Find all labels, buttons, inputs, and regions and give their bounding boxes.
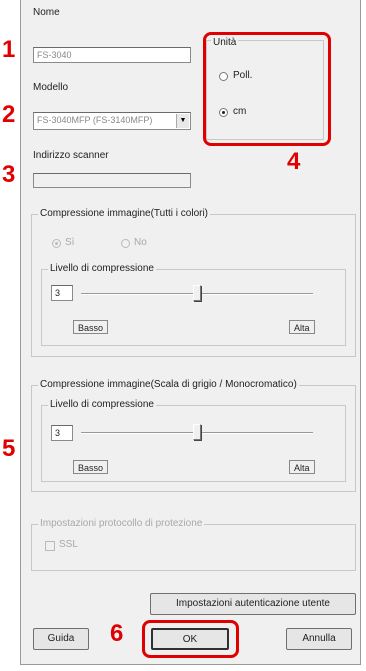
callout-6: 6 [110,620,124,647]
compression-gray-title: Compressione immagine(Scala di grigio / … [38,379,299,390]
gray-high-label: Alta [289,460,315,474]
ssl-checkbox[interactable] [45,541,55,551]
color-level-value[interactable]: 3 [51,285,73,301]
name-label: Nome [33,7,60,18]
scanner-address-label: Indirizzo scanner [33,150,109,161]
color-level-title: Livello di compressione [48,263,156,274]
model-select-value: FS-3040MFP (FS-3140MFP) [37,115,153,125]
gray-level-slider-thumb[interactable] [193,424,201,440]
scanner-address-field[interactable] [33,173,191,188]
model-label: Modello [33,82,69,93]
cancel-button[interactable]: Annulla [286,628,352,650]
callout-2: 2 [2,101,16,128]
user-auth-settings-button[interactable]: Impostazioni autenticazione utente [150,593,356,615]
compression-color-title: Compressione immagine(Tutti i colori) [38,208,211,219]
callout-4: 4 [287,148,301,175]
compression-yes-radio[interactable] [52,239,61,248]
name-field[interactable]: FS-3040 [33,47,191,63]
model-select[interactable]: FS-3040MFP (FS-3140MFP) ▼ [33,112,191,130]
protection-title: Impostazioni protocollo di protezione [38,518,205,529]
gray-level-title: Livello di compressione [48,399,156,410]
gray-low-label: Basso [73,460,109,474]
callout-5: 5 [2,435,16,462]
compression-yes-label: Sì [65,237,75,248]
color-high-label: Alta [289,320,315,334]
callout-1: 1 [2,36,16,63]
compression-no-label: No [134,237,147,248]
ok-highlight-box [142,620,239,658]
compression-no-radio[interactable] [121,239,130,248]
color-low-label: Basso [73,320,109,334]
help-button[interactable]: Guida [33,628,89,650]
callout-3: 3 [2,161,16,188]
color-level-slider-thumb[interactable] [193,285,201,301]
chevron-down-icon[interactable]: ▼ [176,114,189,128]
ssl-label: SSL [59,539,78,550]
gray-level-value[interactable]: 3 [51,425,73,441]
protection-group: Impostazioni protocollo di protezione [31,518,356,571]
units-highlight-box [203,32,331,146]
